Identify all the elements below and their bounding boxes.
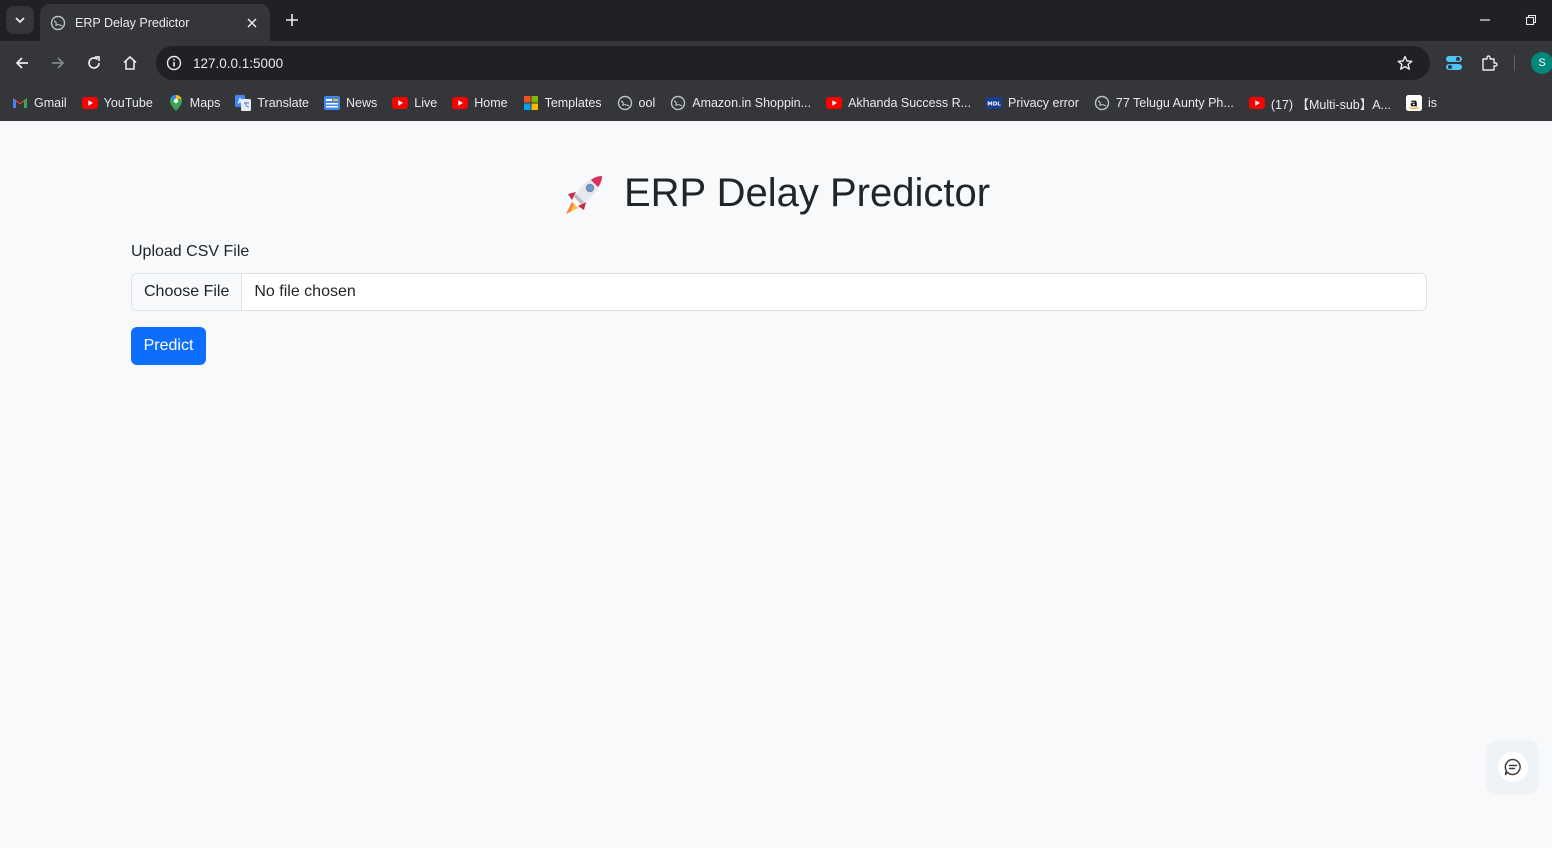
bookmark-amazon-is[interactable]: a is: [1405, 95, 1438, 111]
extensions-menu-button[interactable]: [1476, 50, 1502, 76]
bookmark-label: Amazon.in Shoppin...: [692, 96, 812, 110]
back-button[interactable]: [8, 49, 36, 77]
youtube-icon: [392, 95, 409, 111]
maps-icon: [168, 95, 184, 111]
bookmark-amazon-shopping[interactable]: Amazon.in Shoppin...: [670, 95, 811, 111]
bookmark-ool[interactable]: ool: [617, 95, 656, 111]
tab-title: ERP Delay Predictor: [75, 15, 190, 30]
new-tab-button[interactable]: [280, 8, 304, 32]
globe-icon: [50, 15, 66, 31]
bookmark-youtube[interactable]: YouTube: [81, 95, 153, 111]
minimize-window-button[interactable]: [1475, 10, 1495, 30]
news-icon: [324, 95, 341, 111]
bookmark-label: is: [1427, 96, 1438, 110]
gmail-icon: [12, 95, 28, 111]
bookmark-label: Maps: [189, 96, 221, 110]
restore-icon: [1526, 15, 1536, 25]
minimize-icon: [1480, 19, 1490, 21]
bookmarks-bar: Gmail YouTube Maps Translate News Live H…: [0, 85, 1552, 121]
microsoft-icon: [523, 95, 539, 111]
chat-widget-button[interactable]: [1487, 741, 1538, 792]
puzzle-icon: [1482, 55, 1498, 71]
bookmark-label: Translate: [257, 96, 310, 110]
bookmark-label: 77 Telugu Aunty Ph...: [1115, 96, 1234, 110]
youtube-icon: [81, 95, 98, 111]
bookmark-label: Akhanda Success R...: [848, 96, 972, 110]
upload-csv-label: Upload CSV File: [131, 243, 250, 260]
bookmark-home[interactable]: Home: [452, 95, 508, 111]
youtube-icon: [452, 95, 469, 111]
youtube-icon: [1248, 95, 1265, 111]
bookmark-label: Gmail: [34, 96, 67, 110]
arrow-left-icon: [15, 57, 28, 69]
site-info-icon[interactable]: [164, 53, 184, 73]
browser-toolbar: 127.0.0.1:5000 S: [0, 41, 1552, 85]
arrow-right-icon: [52, 57, 65, 69]
tab-search-button[interactable]: [6, 6, 34, 34]
tab-strip: ERP Delay Predictor: [0, 0, 1552, 41]
extension-button[interactable]: [1441, 50, 1467, 76]
home-icon: [123, 55, 137, 70]
globe-icon: [1094, 95, 1110, 111]
bookmark-akhanda[interactable]: Akhanda Success R...: [826, 95, 971, 111]
bookmark-privacy-error[interactable]: MDL Privacy error: [986, 95, 1079, 111]
bookmark-news[interactable]: News: [324, 95, 377, 111]
close-tab-icon[interactable]: [244, 15, 260, 31]
csv-file-input[interactable]: Choose File No file chosen: [131, 273, 1427, 311]
bookmark-telugu[interactable]: 77 Telugu Aunty Ph...: [1094, 95, 1234, 111]
predict-button[interactable]: Predict: [131, 327, 206, 365]
bookmark-label: YouTube: [103, 96, 153, 110]
reload-icon: [88, 56, 100, 69]
file-status-text: No file chosen: [254, 283, 356, 300]
svg-text:MDL: MDL: [987, 102, 1001, 108]
bookmark-gmail[interactable]: Gmail: [12, 95, 67, 111]
active-tab[interactable]: ERP Delay Predictor: [40, 4, 270, 41]
translate-icon: [235, 95, 252, 111]
reload-button[interactable]: [80, 49, 108, 77]
amazon-icon: a: [1405, 95, 1422, 111]
profile-avatar[interactable]: S: [1531, 52, 1552, 74]
toggle-extension-icon: [1446, 56, 1462, 70]
bookmark-label: (17) 【Multi-sub】A...: [1270, 97, 1391, 112]
bookmark-label: Privacy error: [1008, 96, 1079, 110]
address-bar[interactable]: 127.0.0.1:5000: [156, 46, 1430, 80]
bookmark-templates[interactable]: Templates: [523, 95, 602, 111]
forward-button[interactable]: [44, 49, 72, 77]
globe-icon: [670, 95, 686, 111]
bookmark-live[interactable]: Live: [392, 95, 437, 111]
home-button[interactable]: [116, 49, 144, 77]
globe-icon: [617, 95, 633, 111]
toolbar-separator: [1514, 55, 1515, 71]
page-heading: ERP Delay Predictor: [0, 171, 1552, 216]
plus-icon: [286, 14, 298, 26]
url-text[interactable]: 127.0.0.1:5000: [193, 56, 1394, 71]
bookmark-label: Live: [414, 96, 438, 110]
mdl-icon: MDL: [986, 95, 1003, 111]
youtube-icon: [826, 95, 843, 111]
chevron-down-icon: [15, 17, 25, 24]
restore-window-button[interactable]: [1521, 10, 1541, 30]
page-content: ERP Delay Predictor Upload CSV File Choo…: [0, 121, 1552, 848]
bookmark-label: ool: [638, 96, 656, 110]
bookmark-star-icon[interactable]: [1394, 52, 1416, 74]
bookmark-label: Templates: [544, 96, 602, 110]
bookmark-maps[interactable]: Maps: [168, 95, 221, 111]
bookmark-translate[interactable]: Translate: [235, 95, 309, 111]
bookmark-label: Home: [474, 96, 508, 110]
bookmark-label: News: [346, 96, 378, 110]
chat-bubble-icon: [1497, 751, 1528, 782]
page-title: ERP Delay Predictor: [623, 171, 991, 215]
rocket-icon: [562, 172, 606, 216]
choose-file-button[interactable]: Choose File: [132, 274, 243, 310]
bookmark-multi-sub[interactable]: (17) 【Multi-sub】A...: [1248, 94, 1391, 113]
